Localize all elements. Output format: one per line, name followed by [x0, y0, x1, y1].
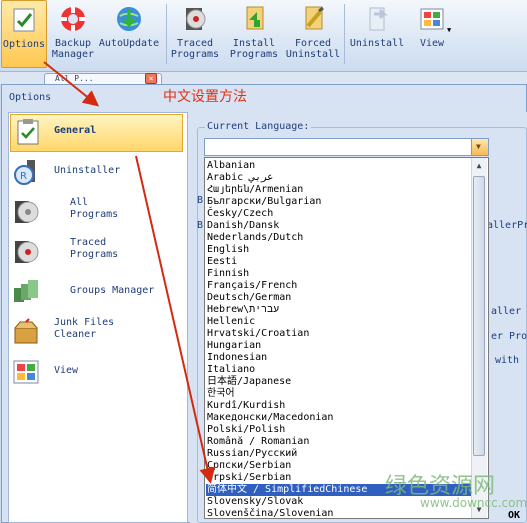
arrow-to-chinese — [135, 155, 216, 484]
arrow-to-options — [43, 61, 100, 107]
annotation-arrows — [43, 61, 216, 484]
